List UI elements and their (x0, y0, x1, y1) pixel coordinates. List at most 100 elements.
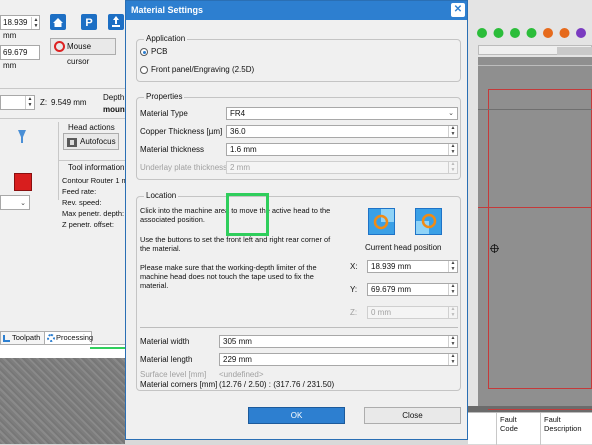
close-icon[interactable]: ✕ (451, 3, 465, 17)
z-value: 9.549 mm (51, 98, 87, 107)
stop-button[interactable] (14, 173, 32, 191)
material-thickness-label: Material thickness (140, 145, 205, 154)
tool-head-icon[interactable] (18, 130, 26, 144)
material-outline (488, 89, 592, 389)
home-icon[interactable] (50, 14, 66, 30)
z-head-label: Z: (350, 308, 358, 317)
head-y-value: 69.679 mm (371, 285, 412, 294)
status-dots (468, 26, 592, 40)
material-width-label: Material width (140, 337, 190, 346)
chevron-down-icon: ⌄ (448, 110, 454, 117)
z-step-spinner[interactable]: ▲ ▼ (25, 96, 34, 109)
ok-button[interactable]: OK (248, 407, 345, 424)
properties-group: Properties Material Type FR4 ⌄ Copper Th… (136, 92, 461, 180)
z-step-field[interactable]: ▲ ▼ (0, 95, 35, 110)
copper-thickness-stepper[interactable]: ▲ ▼ (448, 125, 457, 137)
application-group-label: Application (144, 34, 188, 43)
material-settings-dialog: Material Settings ✕ Application PCB Fron… (125, 0, 468, 440)
crosshair-icon (490, 244, 499, 253)
dialog-title: Material Settings (131, 5, 204, 15)
status-dot (559, 28, 570, 38)
head-y-stepper[interactable]: ▲ ▼ (448, 283, 457, 295)
divider (0, 88, 125, 89)
tool-select[interactable]: ⌄ (0, 195, 30, 210)
fault-description-header[interactable]: Fault Description (544, 415, 588, 433)
status-dot (493, 28, 504, 38)
fault-code-header[interactable]: Fault Code (500, 415, 536, 433)
material-length-stepper[interactable]: ▲ ▼ (448, 353, 457, 365)
copper-thickness-field[interactable]: 36.0 ▲ ▼ (226, 125, 458, 138)
tab-processing[interactable]: Processing (44, 331, 94, 344)
divider (540, 413, 541, 445)
pcb-radio[interactable] (140, 48, 148, 56)
copper-thickness-value: 36.0 (230, 127, 246, 136)
autofocus-icon (67, 137, 77, 147)
park-icon[interactable]: P (81, 14, 97, 30)
z-label: Z: (40, 98, 48, 107)
svg-text:P: P (85, 17, 92, 29)
y-label: Y: (350, 285, 358, 294)
guide-line (478, 65, 592, 66)
set-rear-right-corner-button[interactable] (415, 208, 442, 235)
tool-info-line: Contour Router 1 m (62, 176, 128, 185)
move-icon[interactable] (108, 14, 124, 30)
guide-line (478, 109, 592, 110)
bottom-tabs: Toolpath Processing (0, 331, 125, 344)
material-length-field[interactable]: 229 mm ▲ ▼ (219, 353, 458, 366)
location-instruction-2: Use the buttons to set the front left an… (140, 235, 331, 253)
material-width-field[interactable]: 305 mm ▲ ▼ (219, 335, 458, 348)
set-front-left-corner-button[interactable] (368, 208, 395, 235)
head-x-stepper[interactable]: ▲ ▼ (448, 260, 457, 272)
head-y-field[interactable]: 69.679 mm ▲ ▼ (367, 283, 458, 296)
tab-processing-label: Processing (56, 333, 94, 342)
material-width-stepper[interactable]: ▲ ▼ (448, 335, 457, 347)
mount-label: mount (103, 105, 128, 114)
current-head-position-label: Current head position (365, 243, 442, 252)
guide-line (488, 409, 592, 410)
head-x-field[interactable]: 18.939 mm ▲ ▼ (367, 260, 458, 273)
x-label: X: (350, 262, 358, 271)
underlay-thickness-label: Underlay plate thickness (140, 163, 228, 172)
front-panel-radio[interactable] (140, 66, 148, 74)
fault-table-header: Fault Code Fault Description (468, 412, 592, 445)
material-thickness-value: 1.6 mm (230, 145, 257, 154)
underlay-thickness-field: 2 mm ▲ ▼ (226, 161, 458, 174)
material-thickness-field[interactable]: 1.6 mm ▲ ▼ (226, 143, 458, 156)
status-dot (576, 28, 586, 38)
material-length-value: 229 mm (223, 355, 252, 364)
no-entry-icon (54, 41, 65, 52)
tool-info-line: Rev. speed: (62, 198, 102, 207)
y-coordinate-field[interactable]: 69.679 mm (0, 45, 40, 70)
tab-toolpath-label: Toolpath (12, 333, 41, 342)
pcb-radio-label[interactable]: PCB (151, 47, 167, 57)
location-group-label: Location (144, 191, 179, 200)
material-type-select[interactable]: FR4 ⌄ (226, 107, 458, 120)
head-actions-label: Head actions (68, 123, 115, 132)
divider (58, 122, 59, 200)
tool-information-title: Tool information (68, 163, 125, 172)
chevron-down-icon: ⌄ (20, 200, 26, 207)
autofocus-label: Autofocus (80, 137, 116, 146)
tab-content (0, 344, 125, 358)
dialog-titlebar: Material Settings ✕ (126, 1, 467, 20)
front-panel-radio-label[interactable]: Front panel/Engraving (2.5D) (151, 65, 254, 75)
machine-canvas[interactable] (478, 57, 592, 415)
properties-group-label: Properties (144, 92, 185, 101)
underlay-thickness-value: 2 mm (230, 163, 250, 172)
autofocus-button[interactable]: Autofocus (63, 133, 119, 150)
tab-toolpath[interactable]: Toolpath (0, 331, 45, 344)
close-button[interactable]: Close (364, 407, 461, 424)
x-spinner[interactable]: ▲ ▼ (31, 17, 40, 29)
divider (58, 160, 125, 161)
depth-label: Depth (103, 93, 125, 102)
material-width-value: 305 mm (223, 337, 252, 346)
application-group: Application PCB Front panel/Engraving (2… (136, 34, 461, 82)
mouse-cursor-button[interactable]: Mouse cursor (50, 38, 116, 66)
material-thickness-stepper[interactable]: ▲ ▼ (448, 143, 457, 155)
camera-preview (0, 358, 125, 444)
mouse-cursor-label: Mouse cursor (67, 42, 92, 66)
divider (140, 327, 458, 328)
material-length-label: Material length (140, 355, 193, 364)
ruler-block (557, 47, 592, 55)
